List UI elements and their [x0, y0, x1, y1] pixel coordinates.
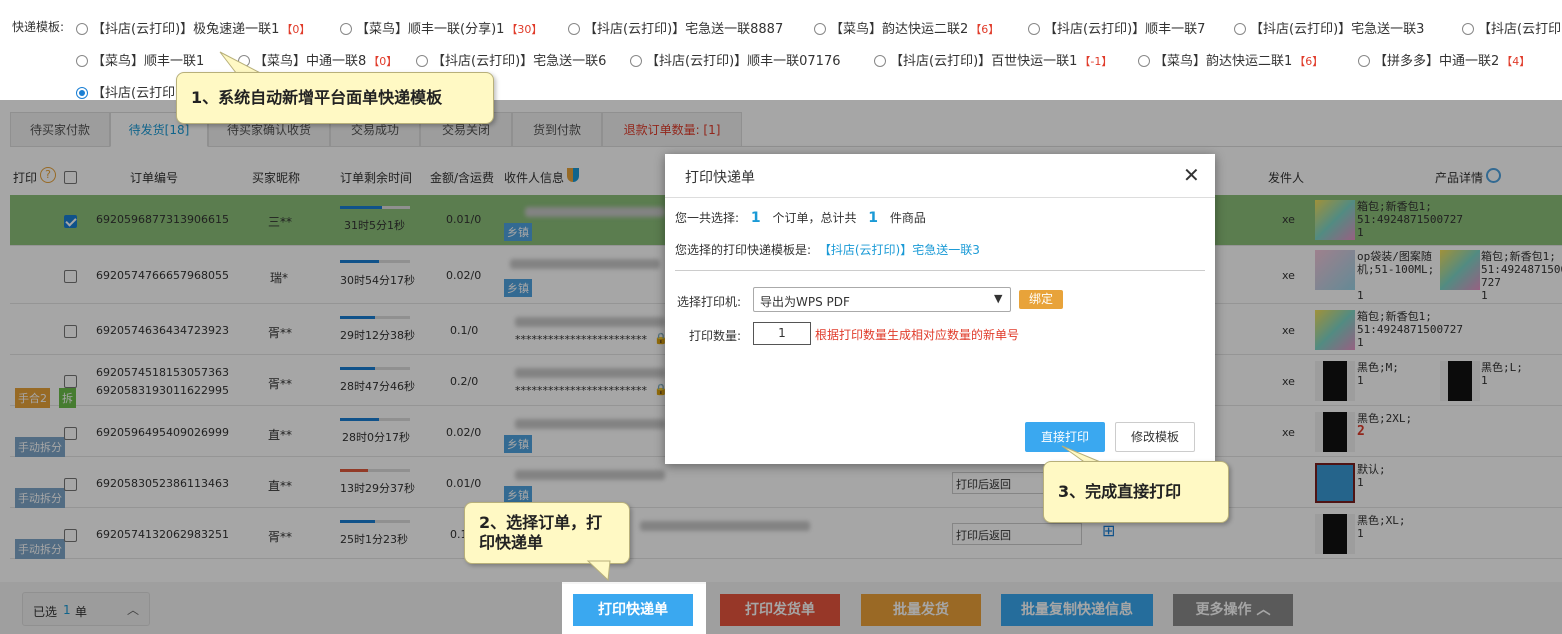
radio-icon[interactable] [1462, 22, 1474, 35]
template-option[interactable]: 【菜鸟】韵达快运二联2 【6】 [814, 18, 999, 37]
template-row-1: 快递模板: 【抖店(云打印)】极兔速递一联1 【0】 【菜鸟】顺丰一联(分享)1 【… [0, 10, 1562, 44]
callout-step-1: 1、系统自动新增平台面单快递模板 [176, 72, 494, 124]
template-option[interactable]: 【抖店(云打印)】顺丰一联7 [1028, 18, 1205, 37]
template-option[interactable]: 【菜鸟】顺丰一联1 [76, 50, 204, 69]
template-option[interactable]: 【菜鸟】韵达快运二联1 【6】 [1138, 50, 1323, 69]
bind-button[interactable]: 绑定 [1019, 290, 1063, 309]
divider [675, 270, 1205, 271]
print-express-dialog: 打印快递单 ✕ 您一共选择: 1 个订单，总计共 1 件商品 您选择的打印快递模… [665, 154, 1215, 464]
orders-count: 1 [750, 210, 761, 226]
dim-overlay [0, 582, 562, 634]
template-option[interactable]: 【抖店(云打印)】顺丰一联07176 [630, 50, 841, 69]
template-name: 【抖店(云打印)】宅急送一联3 [818, 243, 980, 257]
template-option[interactable]: 【抖店(云打印)】宅急送一联3 [1234, 18, 1424, 37]
template-label: 快递模板: [12, 20, 65, 34]
selection-summary: 您一共选择: 1 个订单，总计共 1 件商品 [675, 210, 926, 226]
template-option[interactable]: 【抖店(云打印)】极兔速递一联1 【0】 [76, 18, 310, 37]
template-option[interactable]: 【抖店(云打印)】百世快运一联1 【-1】 [874, 50, 1112, 69]
radio-icon[interactable] [76, 22, 88, 35]
print-express-button[interactable]: 打印快递单 [573, 594, 693, 626]
close-icon[interactable]: ✕ [1183, 163, 1200, 187]
callout-pointer [586, 560, 611, 582]
quantity-label: 打印数量: [689, 329, 742, 343]
radio-icon[interactable] [340, 22, 352, 35]
radio-icon[interactable] [1234, 22, 1246, 35]
radio-icon[interactable] [1138, 54, 1150, 67]
template-option[interactable]: 【抖店(云打印)】宅急送一联6 [416, 50, 606, 69]
template-option[interactable]: 【抖店(云打印)】宅急送一联8887 [568, 18, 783, 37]
template-option[interactable]: 【拼多多】中通一联2 【4】 [1358, 50, 1530, 69]
quantity-input[interactable]: 1 [753, 322, 811, 345]
radio-icon[interactable] [874, 54, 886, 67]
radio-icon[interactable] [1358, 54, 1370, 67]
callout-step-2: 2、选择订单，打印快递单 [464, 502, 630, 564]
printer-select[interactable]: 导出为WPS PDF ▼ [753, 287, 1011, 312]
radio-icon[interactable] [416, 54, 428, 67]
template-option[interactable]: 【菜鸟】顺丰一联(分享)1 【30】 [340, 18, 542, 37]
edit-template-button[interactable]: 修改模板 [1115, 422, 1195, 452]
radio-checked-icon[interactable] [76, 86, 88, 99]
callout-step-3: 3、完成直接打印 [1043, 461, 1229, 523]
printer-label: 选择打印机: [677, 295, 742, 309]
template-summary: 您选择的打印快递模板是: 【抖店(云打印)】宅急送一联3 [675, 243, 980, 257]
dialog-title: 打印快递单 [685, 170, 755, 186]
items-count: 1 [868, 210, 879, 226]
radio-icon[interactable] [630, 54, 642, 67]
radio-icon[interactable] [568, 22, 580, 35]
template-option-selected[interactable]: 【抖店(云打印 [76, 82, 175, 101]
dim-overlay [706, 582, 1562, 634]
chevron-down-icon: ▼ [994, 292, 1003, 305]
dialog-header: 打印快递单 ✕ [665, 154, 1215, 198]
quantity-hint: 根据打印数量生成相对应数量的新单号 [815, 328, 1020, 342]
template-option[interactable]: 【抖店(云打印) [1462, 18, 1562, 37]
radio-icon[interactable] [814, 22, 826, 35]
radio-icon[interactable] [76, 54, 88, 67]
radio-icon[interactable] [1028, 22, 1040, 35]
